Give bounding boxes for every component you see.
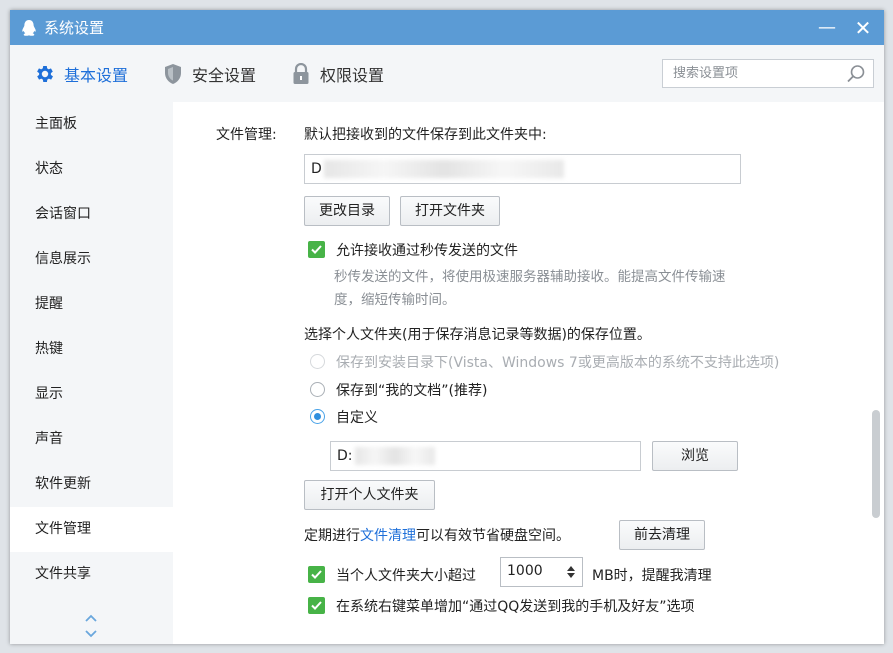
tab-basic-settings[interactable]: 基本设置 <box>34 62 128 86</box>
sidebar-item-status[interactable]: 状态 <box>10 147 173 192</box>
radio-custom-label[interactable]: 自定义 <box>336 407 378 427</box>
radio-custom[interactable] <box>310 409 325 424</box>
vertical-scrollbar[interactable] <box>872 410 880 518</box>
minimize-button[interactable]: — <box>810 10 844 45</box>
personal-folder-title: 选择个人文件夹(用于保存消息记录等数据)的保存位置。 <box>304 327 651 343</box>
file-cleanup-link[interactable]: 文件清理 <box>360 528 416 544</box>
flash-transfer-desc-line2: 度，缩短传输时间。 <box>334 292 456 308</box>
sidebar-item-hotkeys[interactable]: 热键 <box>10 327 173 372</box>
open-personal-folder-button[interactable]: 打开个人文件夹 <box>304 480 435 510</box>
sidebar-item-display[interactable]: 显示 <box>10 372 173 417</box>
tab-label: 权限设置 <box>320 65 385 85</box>
flash-transfer-desc-line1: 秒传发送的文件，将使用极速服务器辅助接收。能提高文件传输速 <box>334 269 726 285</box>
save-path-field[interactable]: D <box>304 154 741 184</box>
close-button[interactable]: ✕ <box>846 10 880 45</box>
checkmark-icon <box>311 570 322 579</box>
chevron-down-icon <box>85 630 97 638</box>
checkmark-icon <box>311 601 322 610</box>
settings-sidebar: 主面板 状态 会话窗口 信息展示 提醒 热键 显示 声音 软件更新 文件管理 文… <box>10 102 173 644</box>
context-menu-label[interactable]: 在系统右键菜单增加“通过QQ发送到我的手机及好友”选项 <box>336 596 695 616</box>
file-management-panel: 文件管理: 默认把接收到的文件保存到此文件夹中: D 更改目录 打开文件夹 允许… <box>173 102 884 644</box>
section-label: 文件管理: <box>216 127 277 143</box>
title-bar[interactable]: 系统设置 — ✕ <box>10 10 884 45</box>
cleanup-hint: 定期进行文件清理可以有效节省硬盘空间。 <box>304 525 570 545</box>
stepper-up-icon[interactable] <box>566 564 576 572</box>
shield-icon <box>162 63 184 85</box>
custom-path-text: D: <box>337 448 353 464</box>
stepper-down-icon[interactable] <box>566 572 576 580</box>
allow-flash-transfer-checkbox[interactable] <box>308 241 325 258</box>
browse-button[interactable]: 浏览 <box>652 441 738 471</box>
go-clean-button[interactable]: 前去清理 <box>619 520 705 550</box>
allow-flash-transfer-label[interactable]: 允许接收通过秒传发送的文件 <box>336 240 518 260</box>
radio-install-dir-label: 保存到安装目录下(Vista、Windows 7或更高版本的系统不支持此选项) <box>336 355 780 371</box>
sidebar-item-chat-window[interactable]: 会话窗口 <box>10 192 173 237</box>
save-path-text: D <box>311 161 322 177</box>
cleanup-hint-post: 可以有效节省硬盘空间。 <box>416 528 570 544</box>
tab-label: 安全设置 <box>192 65 257 85</box>
tab-permission-settings[interactable]: 权限设置 <box>290 62 384 86</box>
size-limit-label-post: MB时，提醒我清理 <box>592 568 712 584</box>
chevron-up-icon <box>85 614 97 622</box>
sidebar-item-main-panel[interactable]: 主面板 <box>10 102 173 147</box>
sidebar-item-reminder[interactable]: 提醒 <box>10 282 173 327</box>
radio-my-documents-label[interactable]: 保存到“我的文档”(推荐) <box>336 380 487 400</box>
size-limit-input[interactable] <box>505 562 555 580</box>
sidebar-item-info-display[interactable]: 信息展示 <box>10 237 173 282</box>
search-icon[interactable] <box>846 64 866 84</box>
checkmark-icon <box>311 245 322 254</box>
sidebar-scroll-arrows[interactable] <box>83 610 99 642</box>
radio-my-documents[interactable] <box>310 382 325 397</box>
change-directory-button[interactable]: 更改目录 <box>304 196 390 226</box>
sidebar-item-file-sharing[interactable]: 文件共享 <box>10 552 173 597</box>
redacted-path <box>323 160 564 178</box>
search-input[interactable] <box>671 65 845 82</box>
tab-label: 基本设置 <box>64 65 129 85</box>
qq-penguin-icon <box>20 19 38 37</box>
custom-path-field[interactable]: D: <box>330 441 641 471</box>
window-title: 系统设置 <box>44 19 105 37</box>
context-menu-checkbox[interactable] <box>308 597 325 614</box>
save-location-desc: 默认把接收到的文件保存到此文件夹中: <box>304 127 547 143</box>
tab-security-settings[interactable]: 安全设置 <box>162 62 256 86</box>
gear-icon <box>34 63 56 85</box>
size-limit-checkbox[interactable] <box>308 566 325 583</box>
open-folder-button[interactable]: 打开文件夹 <box>400 196 500 226</box>
sidebar-item-file-management[interactable]: 文件管理 <box>10 507 173 552</box>
size-limit-label-pre[interactable]: 当个人文件夹大小超过 <box>336 565 476 585</box>
lock-icon <box>290 62 312 85</box>
sidebar-item-sound[interactable]: 声音 <box>10 417 173 462</box>
size-limit-stepper[interactable] <box>500 557 583 587</box>
redacted-path <box>354 447 435 465</box>
sidebar-item-software-update[interactable]: 软件更新 <box>10 462 173 507</box>
radio-install-dir <box>310 354 325 369</box>
settings-tabs: 基本设置 安全设置 权限设置 <box>10 45 884 103</box>
cleanup-hint-pre: 定期进行 <box>304 528 360 544</box>
search-box[interactable] <box>662 59 874 88</box>
settings-window: 系统设置 — ✕ 基本设置 安全设置 权限设置 搜索设置项 主面板 状态 会话窗… <box>10 10 884 644</box>
